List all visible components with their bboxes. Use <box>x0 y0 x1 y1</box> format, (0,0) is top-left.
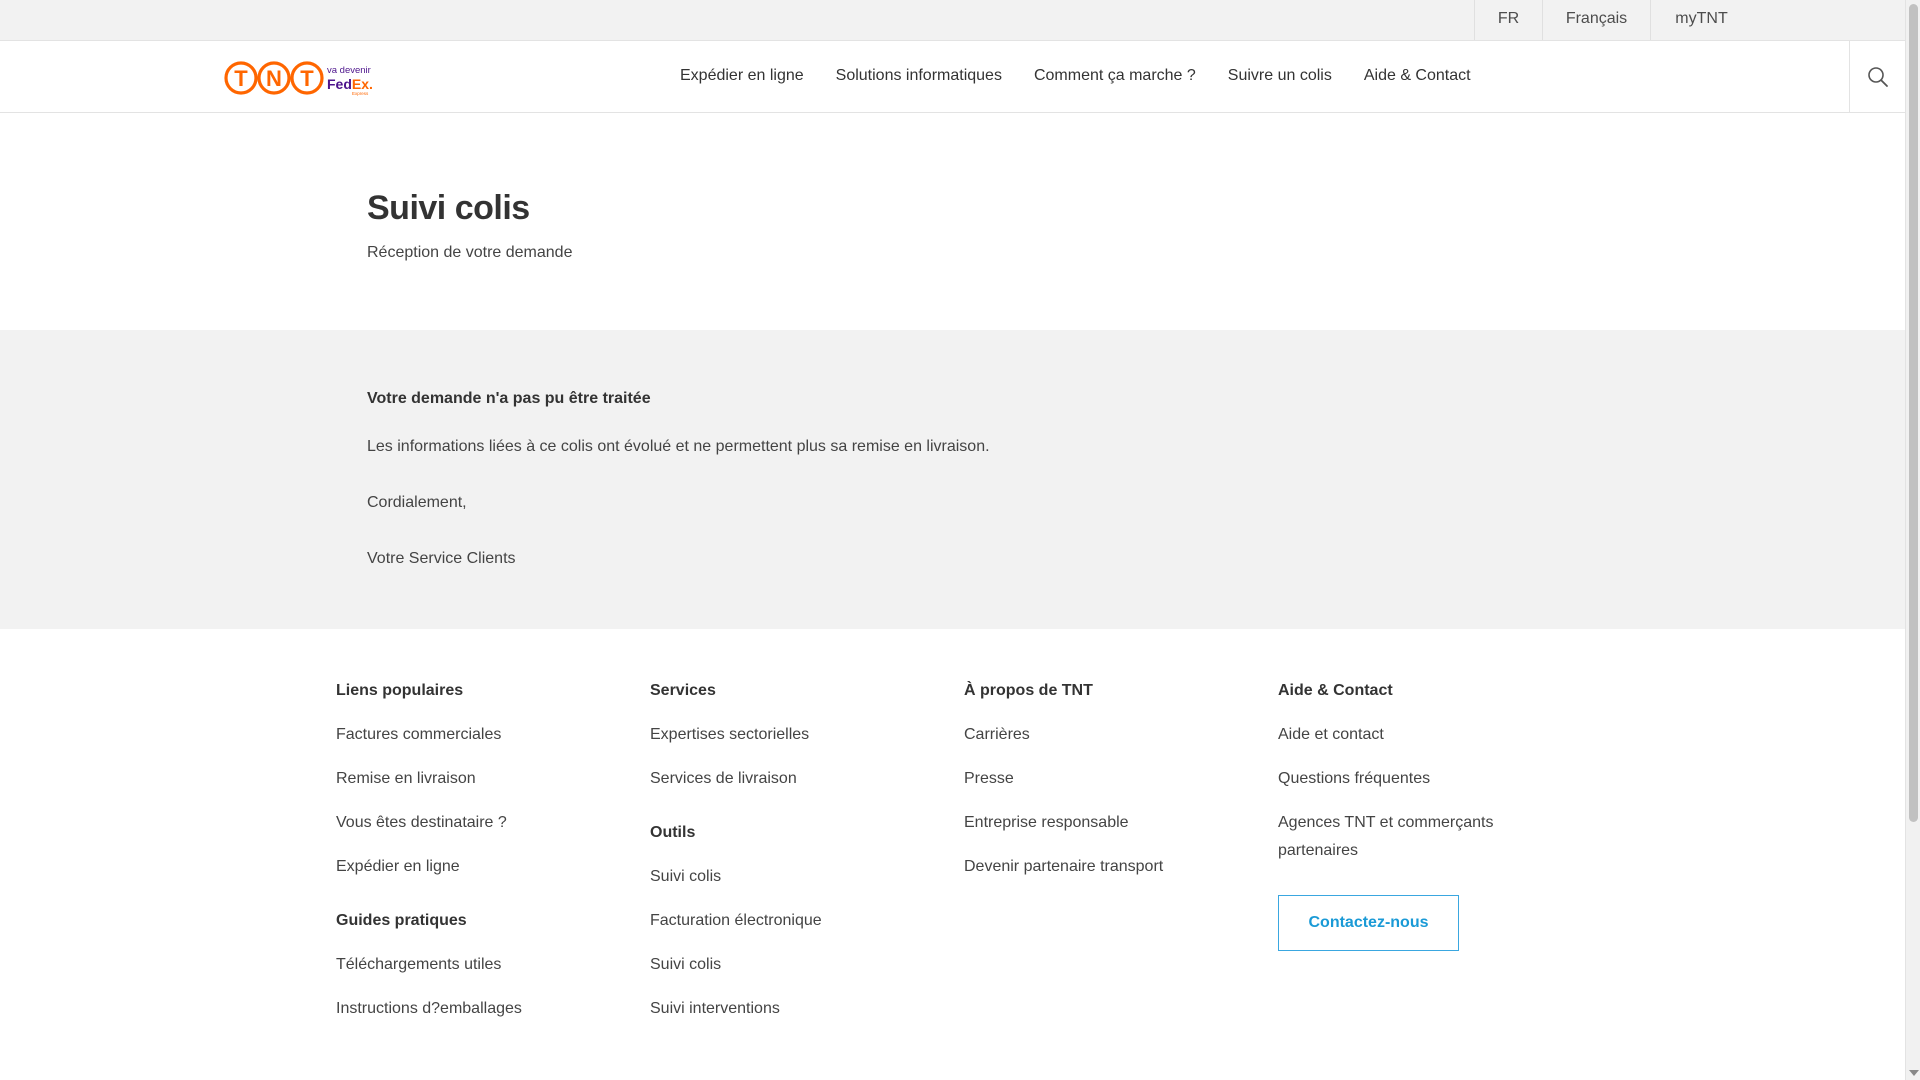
footer-link[interactable]: Remise en livraison <box>336 769 522 789</box>
search-button[interactable] <box>1849 41 1905 113</box>
footer-link[interactable]: Aide et contact <box>1278 725 1538 745</box>
error-message-text: Les informations liées à ce colis ont év… <box>367 438 990 455</box>
footer-link[interactable]: Téléchargements utiles <box>336 955 522 975</box>
footer-link[interactable]: Factures commerciales <box>336 725 522 745</box>
country-selector[interactable]: FR <box>1474 0 1542 40</box>
footer-link[interactable]: Entreprise responsable <box>964 813 1163 833</box>
footer-link[interactable]: Devenir partenaire transport <box>964 857 1163 877</box>
footer-link[interactable]: Questions fréquentes <box>1278 769 1538 789</box>
logo-fedex: FedEx. <box>327 76 373 92</box>
nav-expedier-en-ligne[interactable]: Expédier en ligne <box>680 41 804 113</box>
nav-suivre-un-colis[interactable]: Suivre un colis <box>1228 41 1332 113</box>
nav-aide-contact[interactable]: Aide & Contact <box>1364 41 1471 113</box>
language-selector[interactable]: Français <box>1542 0 1650 40</box>
footer-link[interactable]: Instructions d?emballages <box>336 999 522 1019</box>
footer-link[interactable]: Services de livraison <box>650 769 822 789</box>
footer-heading: À propos de TNT <box>964 682 1093 699</box>
message-signature: Votre Service Clients <box>367 550 516 567</box>
footer-link[interactable]: Suivi colis <box>650 867 822 887</box>
footer-heading: Services <box>650 682 716 699</box>
main-header: T N T va devenir FedEx. Express Expédier… <box>0 41 1905 113</box>
footer-link[interactable]: Expertises sectorielles <box>650 725 822 745</box>
footer-col-help: Aide & Contact Aide et contact Questions… <box>1278 681 1538 951</box>
page-scrollbar[interactable] <box>1905 0 1920 1080</box>
error-message-title: Votre demande n'a pas pu être traitée <box>367 390 651 407</box>
logo-letter: T <box>300 66 314 91</box>
mytnt-link[interactable]: myTNT <box>1650 0 1752 40</box>
footer-heading: Outils <box>650 824 696 841</box>
footer-link[interactable]: Suivi colis <box>650 955 822 975</box>
nav-solutions-informatiques[interactable]: Solutions informatiques <box>836 41 1002 113</box>
tnt-fedex-logo[interactable]: T N T va devenir FedEx. Express <box>224 58 374 98</box>
footer: Liens populaires Factures commerciales R… <box>0 629 1905 1080</box>
main-nav: Expédier en ligne Solutions informatique… <box>680 41 1503 113</box>
logo-fedex-sub: Express <box>352 91 369 96</box>
logo-letter: N <box>266 66 282 91</box>
contact-us-button[interactable]: Contactez-nous <box>1278 895 1459 951</box>
footer-link[interactable]: Presse <box>964 769 1163 789</box>
footer-link[interactable]: Suivi interventions <box>650 999 822 1019</box>
footer-heading: Liens populaires <box>336 682 464 699</box>
message-section: Votre demande n'a pas pu être traitée Le… <box>0 330 1905 629</box>
footer-link[interactable]: Facturation électronique <box>650 911 822 931</box>
logo-letter: T <box>234 66 248 91</box>
page-title: Suivi colis <box>367 189 530 227</box>
message-greeting: Cordialement, <box>367 494 467 511</box>
footer-col-about: À propos de TNT Carrières Presse Entrepr… <box>964 681 1163 901</box>
footer-link[interactable]: Vous êtes destinataire ? <box>336 813 522 833</box>
page: FR Français myTNT T N T va devenir FedEx… <box>0 0 1905 1080</box>
nav-comment-ca-marche[interactable]: Comment ça marche ? <box>1034 41 1196 113</box>
footer-link[interactable]: Agences TNT et commerçants partenaires <box>1278 809 1538 865</box>
footer-col-popular: Liens populaires Factures commerciales R… <box>336 681 522 1043</box>
footer-col-services: Services Expertises sectorielles Service… <box>650 681 822 1043</box>
footer-link[interactable]: Expédier en ligne <box>336 857 522 877</box>
scroll-down-arrow-icon[interactable] <box>1909 1070 1919 1076</box>
footer-heading: Aide & Contact <box>1278 682 1393 699</box>
search-icon <box>1867 67 1888 87</box>
utility-bar: FR Français myTNT <box>0 0 1905 41</box>
footer-heading: Guides pratiques <box>336 912 467 929</box>
page-subtitle: Réception de votre demande <box>367 244 573 261</box>
scrollbar-thumb[interactable] <box>1909 4 1918 822</box>
title-section: Suivi colis Réception de votre demande <box>0 113 1905 330</box>
footer-link[interactable]: Carrières <box>964 725 1163 745</box>
logo-tagline: va devenir <box>327 65 371 76</box>
